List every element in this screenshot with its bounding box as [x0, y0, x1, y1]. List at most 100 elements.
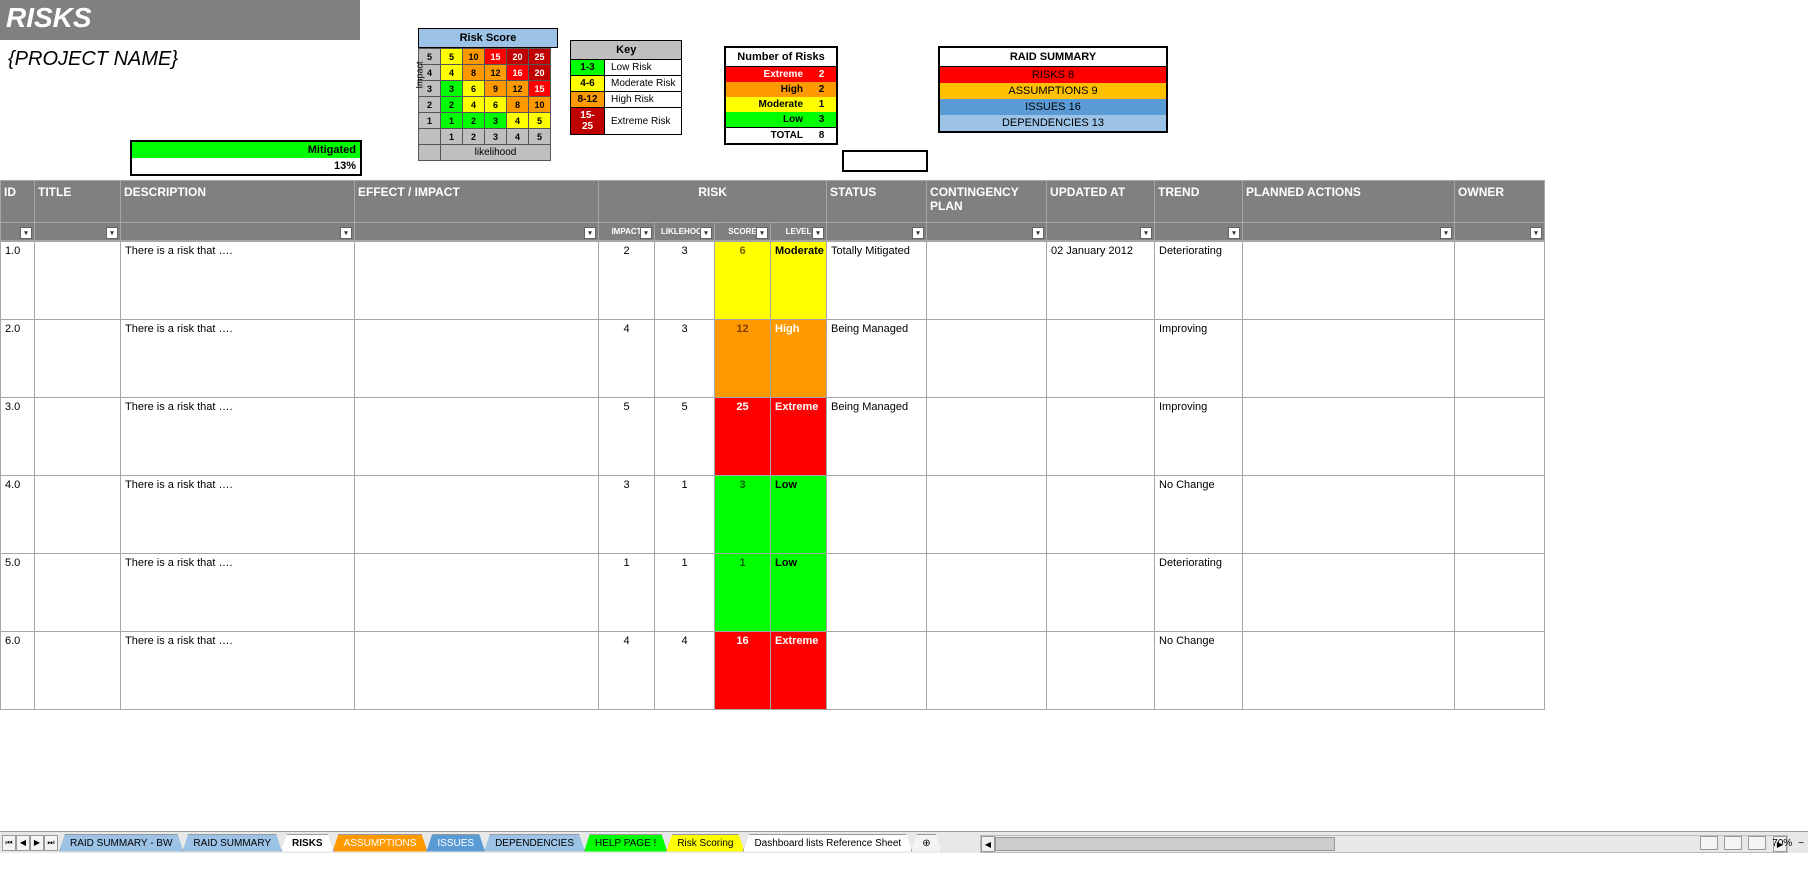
col-id[interactable]: ID — [1, 181, 35, 223]
filter-owner[interactable]: ▾ — [1455, 223, 1545, 241]
cell-likelihood[interactable]: 3 — [655, 242, 715, 320]
cell-contingency[interactable] — [927, 476, 1047, 554]
sheet-tab[interactable]: ASSUMPTIONS — [333, 834, 428, 852]
subcol-impact[interactable]: IMPACT▾ — [599, 223, 655, 241]
view-break-icon[interactable] — [1748, 836, 1766, 850]
tab-nav-first-icon[interactable]: ⏮ — [2, 835, 16, 851]
cell-description[interactable]: There is a risk that …. — [121, 476, 355, 554]
cell-owner[interactable] — [1455, 320, 1545, 398]
cell-level[interactable]: Low — [771, 554, 827, 632]
filter-icon[interactable]: ▾ — [1530, 227, 1542, 239]
cell-contingency[interactable] — [927, 632, 1047, 710]
cell-contingency[interactable] — [927, 242, 1047, 320]
filter-icon[interactable]: ▾ — [700, 227, 712, 239]
table-row[interactable]: 1.0There is a risk that ….236ModerateTot… — [1, 242, 1545, 320]
cell-updated[interactable] — [1047, 554, 1155, 632]
view-layout-icon[interactable] — [1724, 836, 1742, 850]
sheet-tab[interactable]: Dashboard lists Reference Sheet — [743, 834, 912, 852]
scroll-thumb[interactable] — [995, 837, 1335, 851]
filter-title[interactable]: ▾ — [35, 223, 121, 241]
tab-nav-prev-icon[interactable]: ◀ — [16, 835, 30, 851]
cell-effect[interactable] — [355, 320, 599, 398]
sheet-tab[interactable]: RAID SUMMARY — [182, 834, 282, 852]
table-row[interactable]: 6.0There is a risk that ….4416ExtremeNo … — [1, 632, 1545, 710]
cell-title[interactable] — [35, 320, 121, 398]
risks-data-table[interactable]: 1.0There is a risk that ….236ModerateTot… — [0, 241, 1545, 710]
cell-status[interactable]: Totally Mitigated — [827, 242, 927, 320]
sheet-tab[interactable]: RAID SUMMARY - BW — [59, 834, 183, 852]
cell-contingency[interactable] — [927, 398, 1047, 476]
cell-description[interactable]: There is a risk that …. — [121, 554, 355, 632]
cell-score[interactable]: 3 — [715, 476, 771, 554]
cell-status[interactable] — [827, 554, 927, 632]
sheet-tab[interactable]: HELP PAGE ! — [584, 834, 667, 852]
table-row[interactable]: 4.0There is a risk that ….313LowNo Chang… — [1, 476, 1545, 554]
cell-impact[interactable]: 2 — [599, 242, 655, 320]
filter-icon[interactable]: ▾ — [340, 227, 352, 239]
cell-status[interactable]: Being Managed — [827, 320, 927, 398]
cell-score[interactable]: 1 — [715, 554, 771, 632]
selected-cell-outline[interactable] — [842, 150, 928, 172]
filter-icon[interactable]: ▾ — [812, 227, 824, 239]
cell-owner[interactable] — [1455, 398, 1545, 476]
cell-title[interactable] — [35, 398, 121, 476]
cell-id[interactable]: 2.0 — [1, 320, 35, 398]
cell-updated[interactable] — [1047, 398, 1155, 476]
sheet-tab[interactable]: DEPENDENCIES — [484, 834, 585, 852]
filter-planned[interactable]: ▾ — [1243, 223, 1455, 241]
zoom-out-icon[interactable]: − — [1798, 838, 1804, 849]
subcol-level[interactable]: LEVEL▾ — [771, 223, 827, 241]
filter-icon[interactable]: ▾ — [584, 227, 596, 239]
col-planned-actions[interactable]: PLANNED ACTIONS — [1243, 181, 1455, 223]
cell-description[interactable]: There is a risk that …. — [121, 242, 355, 320]
col-title[interactable]: TITLE — [35, 181, 121, 223]
cell-title[interactable] — [35, 554, 121, 632]
cell-effect[interactable] — [355, 476, 599, 554]
cell-planned[interactable] — [1243, 476, 1455, 554]
filter-updated[interactable]: ▾ — [1047, 223, 1155, 241]
col-contingency[interactable]: CONTINGENCY PLAN — [927, 181, 1047, 223]
col-trend[interactable]: TREND — [1155, 181, 1243, 223]
table-row[interactable]: 2.0There is a risk that ….4312HighBeing … — [1, 320, 1545, 398]
filter-icon[interactable]: ▾ — [640, 227, 652, 239]
cell-score[interactable]: 12 — [715, 320, 771, 398]
cell-planned[interactable] — [1243, 320, 1455, 398]
cell-impact[interactable]: 5 — [599, 398, 655, 476]
filter-effect[interactable]: ▾ — [355, 223, 599, 241]
scroll-left-icon[interactable]: ◀ — [981, 836, 995, 852]
cell-updated[interactable] — [1047, 320, 1155, 398]
cell-owner[interactable] — [1455, 554, 1545, 632]
col-effect[interactable]: EFFECT / IMPACT — [355, 181, 599, 223]
new-sheet-icon[interactable]: ⊕ — [911, 834, 941, 852]
table-row[interactable]: 5.0There is a risk that ….111LowDeterior… — [1, 554, 1545, 632]
view-normal-icon[interactable] — [1700, 836, 1718, 850]
filter-id[interactable]: ▾ — [1, 223, 35, 241]
sheet-tab[interactable]: Risk Scoring — [666, 834, 744, 852]
cell-planned[interactable] — [1243, 632, 1455, 710]
cell-id[interactable]: 3.0 — [1, 398, 35, 476]
cell-status[interactable]: Being Managed — [827, 398, 927, 476]
cell-title[interactable] — [35, 242, 121, 320]
table-row[interactable]: 3.0There is a risk that ….5525ExtremeBei… — [1, 398, 1545, 476]
sheet-tab[interactable]: RISKS — [281, 834, 334, 852]
cell-level[interactable]: Extreme — [771, 632, 827, 710]
cell-level[interactable]: High — [771, 320, 827, 398]
cell-id[interactable]: 1.0 — [1, 242, 35, 320]
cell-description[interactable]: There is a risk that …. — [121, 632, 355, 710]
filter-status[interactable]: ▾ — [827, 223, 927, 241]
horizontal-scrollbar[interactable]: ◀ ▶ — [980, 835, 1788, 853]
cell-planned[interactable] — [1243, 554, 1455, 632]
cell-title[interactable] — [35, 632, 121, 710]
cell-level[interactable]: Moderate — [771, 242, 827, 320]
cell-title[interactable] — [35, 476, 121, 554]
cell-likelihood[interactable]: 5 — [655, 398, 715, 476]
col-description[interactable]: DESCRIPTION — [121, 181, 355, 223]
cell-id[interactable]: 6.0 — [1, 632, 35, 710]
cell-trend[interactable]: No Change — [1155, 476, 1243, 554]
filter-trend[interactable]: ▾ — [1155, 223, 1243, 241]
cell-updated[interactable] — [1047, 476, 1155, 554]
cell-owner[interactable] — [1455, 632, 1545, 710]
raid-row[interactable]: DEPENDENCIES 13 — [939, 115, 1167, 132]
zoom-controls[interactable]: 70% − — [1700, 836, 1804, 850]
cell-id[interactable]: 5.0 — [1, 554, 35, 632]
